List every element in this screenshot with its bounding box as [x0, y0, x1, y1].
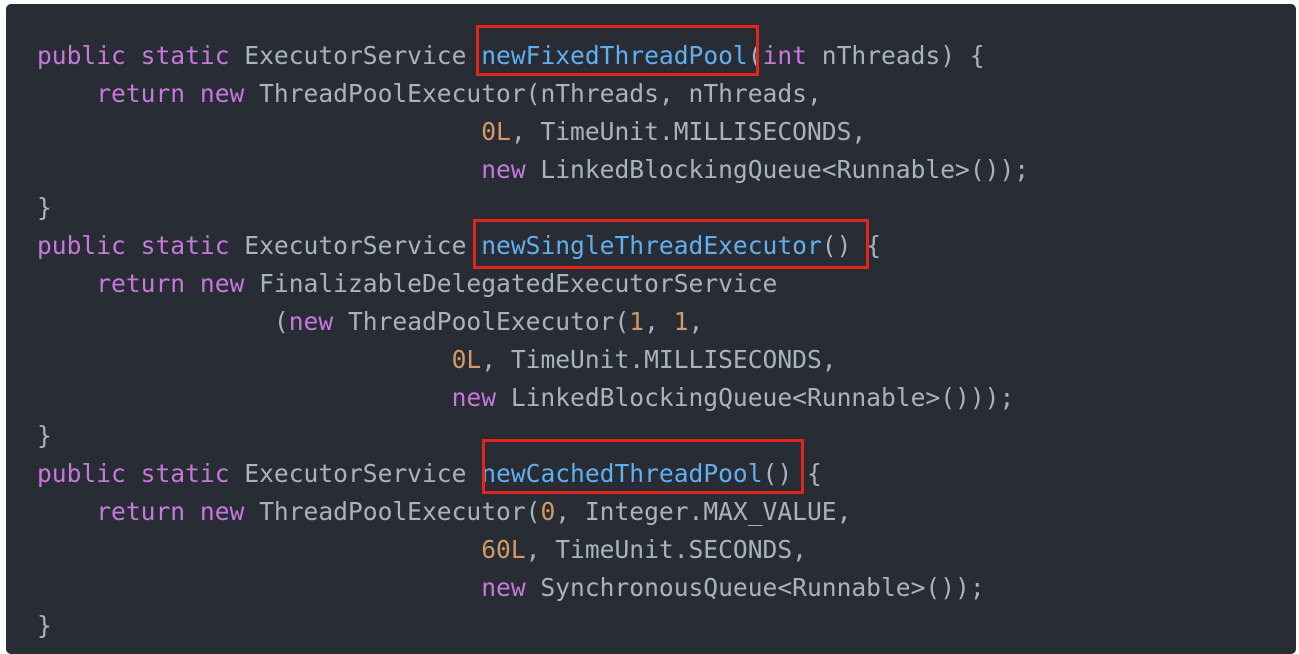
code-token: ExecutorService	[229, 459, 482, 488]
code-line: public static ExecutorService newSingleT…	[37, 227, 1029, 265]
code-token: ,	[644, 307, 674, 336]
code-token: return	[96, 497, 186, 526]
code-token: int	[762, 41, 807, 70]
code-line: (new ThreadPoolExecutor(1, 1,	[37, 303, 1029, 341]
code-token: nThreads) {	[806, 41, 985, 70]
code-line: 0L, TimeUnit.MILLISECONDS,	[37, 113, 1029, 151]
code-token: }	[37, 193, 52, 222]
code-token: () {	[762, 459, 822, 488]
code-token: , TimeUnit.MILLISECONDS,	[510, 117, 867, 146]
code-token: static	[140, 231, 230, 260]
code-token: new	[288, 307, 334, 336]
code-token: public	[37, 231, 126, 260]
method-name: newSingleThreadExecutor	[481, 231, 822, 260]
code-token: 0L	[481, 117, 511, 146]
code-token: new	[199, 497, 245, 526]
code-line: }	[37, 189, 1029, 227]
code-token: 1	[673, 307, 689, 336]
code-token: FinalizableDelegatedExecutorService	[244, 269, 778, 298]
code-block: public static ExecutorService newFixedTh…	[6, 4, 1296, 654]
code-token: LinkedBlockingQueue<Runnable>()));	[496, 383, 1015, 412]
code-token: ThreadPoolExecutor(nThreads, nThreads,	[244, 79, 822, 108]
code-token: 0L	[451, 345, 482, 374]
code-token: new	[481, 155, 526, 184]
code-token: }	[37, 611, 52, 640]
code-line: new LinkedBlockingQueue<Runnable>()));	[37, 379, 1029, 417]
code-token: public	[37, 41, 126, 70]
code-token: 0	[540, 497, 556, 526]
code-line: }	[37, 607, 1029, 645]
code-token: (	[747, 41, 763, 70]
code-token: ThreadPoolExecutor(	[333, 307, 630, 336]
code-token: new	[451, 383, 497, 412]
code-token: , Integer.MAX_VALUE,	[555, 497, 852, 526]
code-line: 0L, TimeUnit.MILLISECONDS,	[37, 341, 1029, 379]
code-token: ExecutorService	[229, 231, 482, 260]
code-line: new LinkedBlockingQueue<Runnable>());	[37, 151, 1029, 189]
code-token: 60L	[481, 535, 526, 564]
method-name: newCachedThreadPool	[481, 459, 763, 488]
code-token: SynchronousQueue<Runnable>());	[525, 573, 985, 602]
code-token: return	[96, 269, 186, 298]
code-line: new SynchronousQueue<Runnable>());	[37, 569, 1029, 607]
code-token: new	[481, 573, 526, 602]
code-token: static	[140, 41, 230, 70]
code-token: LinkedBlockingQueue<Runnable>());	[525, 155, 1030, 184]
code-line: return new ThreadPoolExecutor(0, Integer…	[37, 493, 1029, 531]
code-token: , TimeUnit.SECONDS,	[525, 535, 807, 564]
code-token: ,	[688, 307, 704, 336]
code-line: 60L, TimeUnit.SECONDS,	[37, 531, 1029, 569]
code-token: ThreadPoolExecutor(	[244, 497, 541, 526]
code-line: public static ExecutorService newCachedT…	[37, 455, 1029, 493]
code-token: () {	[821, 231, 882, 260]
code-token: new	[199, 79, 245, 108]
code-token: ExecutorService	[229, 41, 482, 70]
method-name: newFixedThreadPool	[481, 41, 748, 70]
code-token: static	[140, 459, 230, 488]
code-line: }	[37, 417, 1029, 455]
code-content: public static ExecutorService newFixedTh…	[37, 37, 1029, 645]
code-token: }	[37, 421, 52, 450]
code-line: return new FinalizableDelegatedExecutorS…	[37, 265, 1029, 303]
code-token: public	[37, 459, 126, 488]
code-token: return	[96, 79, 186, 108]
code-token: (	[273, 307, 289, 336]
code-token: , TimeUnit.MILLISECONDS,	[481, 345, 837, 374]
code-token: new	[199, 269, 245, 298]
code-token: 1	[629, 307, 645, 336]
code-line: return new ThreadPoolExecutor(nThreads, …	[37, 75, 1029, 113]
code-line: public static ExecutorService newFixedTh…	[37, 37, 1029, 75]
